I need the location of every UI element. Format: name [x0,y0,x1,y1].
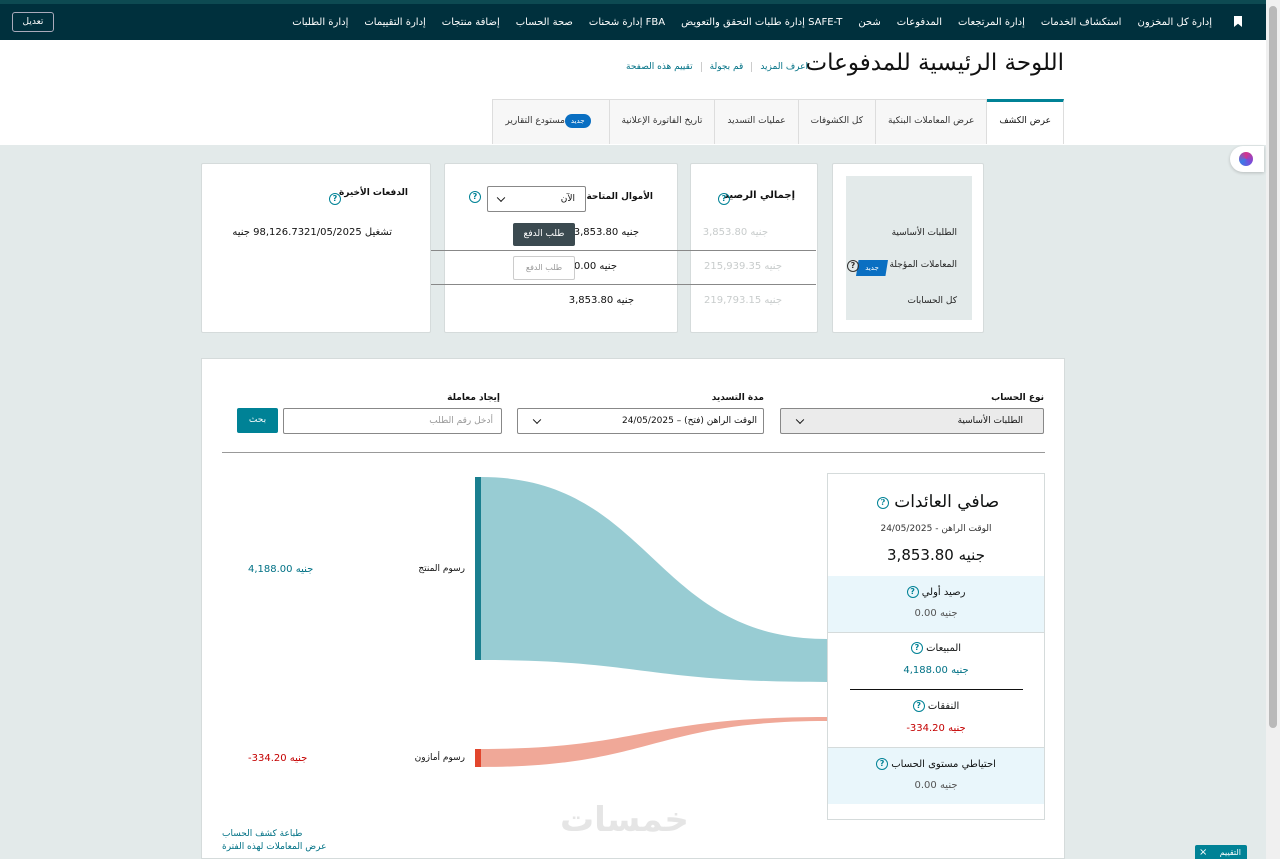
help-icon-net-proceeds[interactable]: ? [876,496,889,509]
nav-item-safet-claims[interactable]: إدارة طلبات التحقق والتعويض SAFE-T [681,17,842,28]
amazon-fees-amount: -334.20 جنيه [248,753,308,764]
available-funds-card: الأموال المتاحة الآن ? 3,853.80 جنيه طلب… [444,163,678,333]
nav-item-returns[interactable]: إدارة المرتجعات [958,17,1025,28]
summary-separator [828,632,1044,633]
nav-item-payments[interactable]: المدفوعات [897,17,942,28]
help-icon-available-funds[interactable]: ? [469,191,481,203]
tab-bar: عرض الكشف عرض المعاملات البنكية كل الكشو… [492,99,1064,144]
label-standard-orders: الطلبات الأساسية [891,228,957,238]
reserve-section [828,748,1044,804]
view-period-transactions-link[interactable]: عرض المعاملات لهذه الفترة [222,842,327,852]
feedback-label: التقييم [1219,848,1241,857]
nav-item-fba-shipments[interactable]: إدارة شحنات FBA [589,17,665,28]
tab-disbursements[interactable]: عمليات التسديد [715,99,799,144]
feedback-button[interactable]: × التقييم [1195,845,1247,859]
reserve-value: 0.00 جنيه [914,780,958,791]
help-icon-recent-payments[interactable]: ? [329,193,341,205]
reserve-label: ? احتياطي مستوى الحساب [828,758,1044,770]
nav-item-manage-inventory[interactable]: إدارة كل المخزون [1137,17,1212,28]
flow-product-fees [481,477,827,682]
account-labels-card: الطلبات الأساسية المعاملات المؤجلة جديد … [832,163,984,333]
nav-items: إدارة كل المخزون استكشاف الخدمات إدارة ا… [292,17,1212,28]
funds-all-accounts: 3,853.80 جنيه [568,295,634,306]
net-proceeds-title: ? صافي العائدات [828,492,1044,512]
funds-time-value: الآن [560,194,575,204]
total-balance-card: إجمالي الرصيد ? 3,853.80 جنيه 215,939.35… [690,163,818,333]
nav-item-account-health[interactable]: صحة الحساب [516,17,573,28]
label-deferred-transactions: المعاملات المؤجلة [889,260,957,270]
funds-time-select[interactable]: الآن [487,186,586,212]
expenses-value: -334.20 جنيه [906,723,966,734]
statement-panel: نوع الحساب الطلبات الأساسية مدة التسديد … [201,358,1065,859]
nav-item-reviews[interactable]: إدارة التقييمات [364,17,425,28]
tab-all-statements[interactable]: كل الكشوفات [798,99,877,144]
help-icon-sales[interactable]: ? [910,642,923,654]
recent-payments-title: الدفعات الأخيرة [338,188,408,198]
help-icon-opening-balance[interactable]: ? [906,586,919,598]
balance-standard-orders: 3,853.80 جنيه [702,227,768,238]
recent-payment-row[interactable]: تشغيل 98,126.7321/05/2025 جنيه [232,227,392,238]
net-proceeds-total: 3,853.80 جنيه [887,546,985,564]
nav-item-shipping[interactable]: شحن [858,17,880,28]
opening-balance-value: 0.00 جنيه [914,608,958,619]
chevron-down-icon [496,193,506,203]
new-badge: جديد [564,113,591,128]
scrollbar-thumb[interactable] [1269,6,1277,728]
recent-payments-card: الدفعات الأخيرة ? تشغيل 98,126.7321/05/2… [201,163,431,333]
page-title: اللوحة الرئيسية للمدفوعات [805,50,1064,76]
request-payment-button[interactable]: طلب الدفع [513,223,575,246]
learn-more-link[interactable]: اعرف المزيد [751,62,816,72]
close-icon[interactable]: × [1199,847,1207,858]
help-icon-reserve[interactable]: ? [876,758,889,770]
product-fees-amount: 4,188.00 جنيه [248,564,314,575]
net-proceeds-summary: ? صافي العائدات 24/05/2025 - الوقت الراه… [827,473,1045,820]
help-icon-deferred[interactable]: ? [847,260,859,272]
funds-deferred: 0.00 جنيه [573,261,617,272]
balance-all-accounts: 219,793.15 جنيه [703,295,782,306]
nav-item-add-products[interactable]: إضافة منتجات [442,17,500,28]
sales-label: ? المبيعات [828,642,1044,654]
tab-advertising-invoice-history[interactable]: تاريخ الفاتورة الإعلانية [609,99,716,144]
bookmark-icon[interactable] [1234,16,1242,27]
expenses-label: ? النفقات [828,700,1044,712]
nav-item-explore-services[interactable]: استكشاف الخدمات [1041,17,1122,28]
sales-value: 4,188.00 جنيه [903,665,969,676]
total-balance-title: إجمالي الرصيد [723,190,795,201]
page-scrollbar[interactable] [1266,0,1280,859]
product-fees-label: رسوم المنتج [418,564,465,574]
new-badge-deferred: جديد [856,260,888,276]
flow-bar-amazon-fees [475,749,481,767]
help-icon-total-balance[interactable]: ? [718,193,730,205]
opening-balance-section [828,576,1044,632]
tab-statement-view[interactable]: عرض الكشف [987,99,1064,144]
request-payment-button-disabled[interactable]: طلب الدفع [513,256,575,280]
amazon-fees-label: رسوم أمازون [414,753,465,763]
rate-page-link[interactable]: تقييم هذه الصفحة [618,62,701,72]
balance-deferred: 215,939.35 جنيه [703,261,782,272]
top-navigation-bar: إدارة كل المخزون استكشاف الخدمات إدارة ا… [0,0,1266,40]
nav-item-orders[interactable]: إدارة الطلبات [292,17,348,28]
net-proceeds-period: 24/05/2025 - الوقت الراهن [880,524,992,534]
tab-reports-label: مستودع التقارير [505,116,565,126]
tab-bank-transactions[interactable]: عرض المعاملات البنكية [876,99,988,144]
edit-nav-button[interactable]: تعديل [12,12,54,32]
page-header: اللوحة الرئيسية للمدفوعات اعرف المزيد قم… [0,40,1266,145]
assistant-side-button[interactable] [1230,146,1264,172]
help-icon-expenses[interactable]: ? [912,700,925,712]
funds-standard-orders: 3,853.80 جنيه [573,227,639,238]
opening-balance-label: ? رصيد أولي [828,586,1044,598]
available-funds-title: الأموال المتاحة [586,192,653,202]
header-links: اعرف المزيد قم بجولة تقييم هذه الصفحة [618,62,816,72]
assistant-brain-icon [1239,152,1253,166]
watermark-logo: خمسات [560,800,689,840]
flow-amazon-fees [481,717,827,767]
take-tour-link[interactable]: قم بجولة [700,62,752,72]
print-statement-link[interactable]: طباعة كشف الحساب [222,829,302,839]
tab-reports-repository[interactable]: مستودع التقارير جديد [493,99,610,144]
sales-expenses-divider [850,689,1023,690]
label-all-accounts: كل الحسابات [907,296,957,306]
flow-bar-product-fees [475,477,481,660]
